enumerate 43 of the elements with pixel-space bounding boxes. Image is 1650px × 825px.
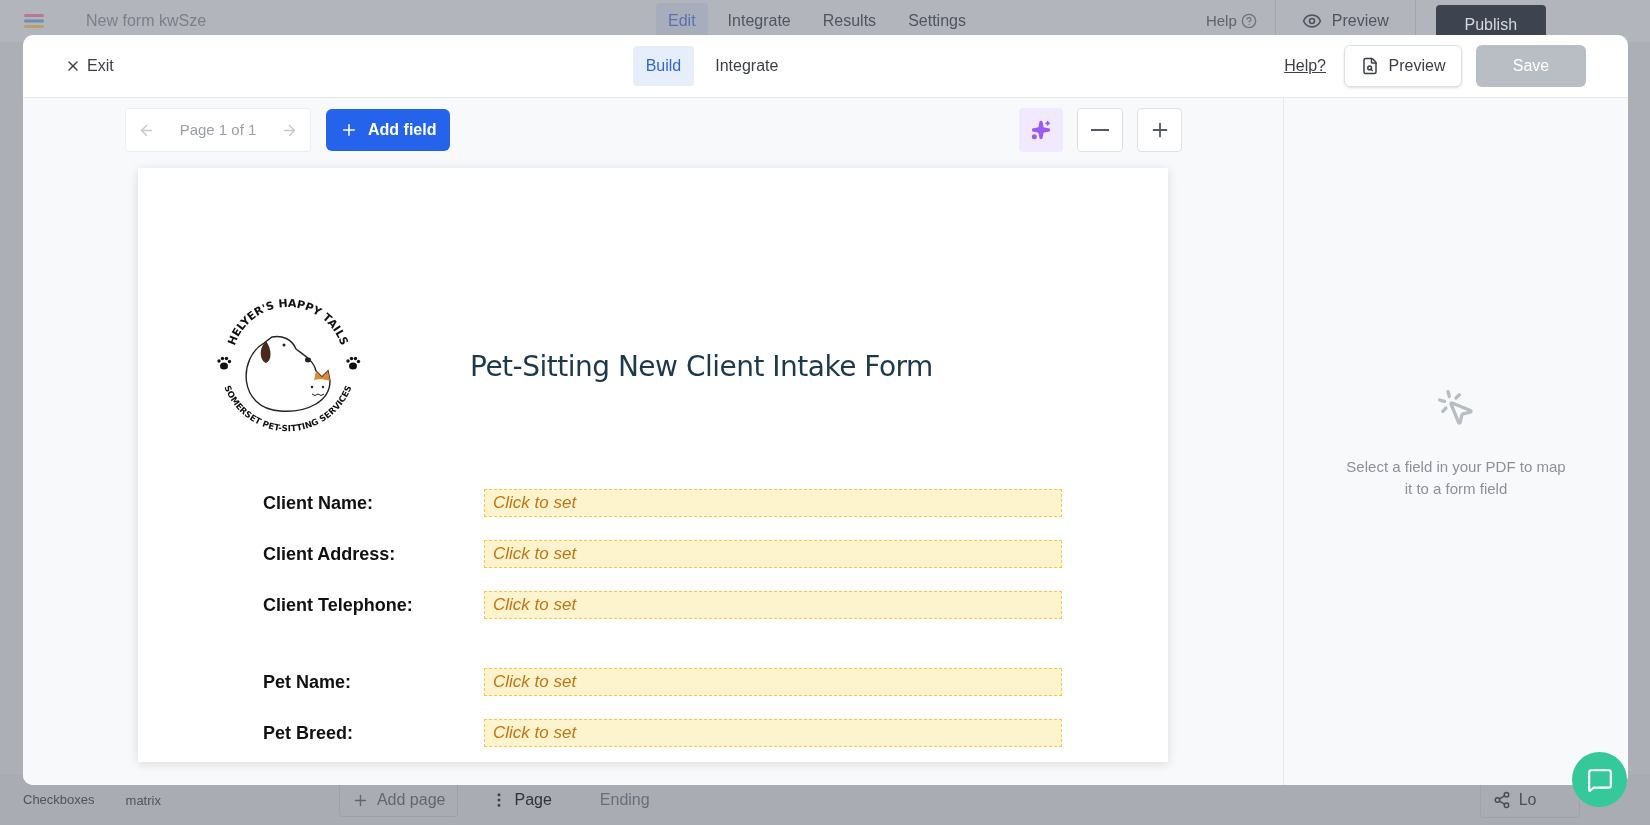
page-tab[interactable]: Page xyxy=(514,788,552,812)
document-search-icon xyxy=(1360,57,1379,75)
eye-icon xyxy=(1301,11,1322,31)
help-link[interactable]: Help? xyxy=(1284,54,1326,78)
page-tab[interactable]: Ending xyxy=(599,788,650,812)
field-type-label: Checkboxes xyxy=(23,791,95,810)
field-label: Client Address: xyxy=(263,542,397,566)
field-label: Pet Breed: xyxy=(263,721,355,745)
preview-button[interactable]: Preview xyxy=(1344,45,1462,87)
plus-icon xyxy=(340,121,358,139)
document-title: Pet-Sitting New Client Intake Form xyxy=(470,349,933,385)
mapping-field[interactable]: Click to set xyxy=(484,668,1062,696)
exit-button[interactable]: Exit xyxy=(65,54,114,78)
add-field-button[interactable]: Add field xyxy=(326,109,451,151)
zoom-in-button[interactable] xyxy=(1137,108,1182,152)
field-label: Client Telephone: xyxy=(263,593,414,617)
mapping-field[interactable]: Click to set xyxy=(484,591,1062,619)
zoom-out-button[interactable] xyxy=(1077,108,1123,152)
pointer-click-icon xyxy=(1436,388,1476,428)
help-icon xyxy=(1240,13,1257,29)
empty-state-hint: Select a field in your PDF to map it to a form field xyxy=(1346,457,1566,499)
mapping-field[interactable]: Click to set xyxy=(484,719,1062,747)
form-title: New form kwSze xyxy=(86,11,207,31)
sparkle-icon xyxy=(1031,120,1051,140)
ai-button[interactable] xyxy=(1019,108,1063,152)
mode-tab[interactable]: Integrate xyxy=(702,46,792,86)
mode-tab[interactable]: Build xyxy=(632,46,695,86)
mapping-field[interactable]: Click to set xyxy=(484,540,1062,568)
paw-icon xyxy=(217,356,232,370)
page-indicator: Page 1 of 1 xyxy=(179,119,257,140)
share-icon xyxy=(1492,791,1511,809)
help-link[interactable]: Help xyxy=(1205,9,1237,33)
mapping-field[interactable]: Click to set xyxy=(484,489,1062,517)
field-label: Client Name: xyxy=(263,491,375,515)
chat-icon xyxy=(1586,766,1613,793)
menu-icon[interactable] xyxy=(24,13,44,29)
minus-icon xyxy=(1091,129,1109,131)
nav-tab[interactable]: Settings xyxy=(896,3,978,39)
field-label: Pet Name: xyxy=(263,670,353,694)
nav-tab[interactable]: Integrate xyxy=(715,3,803,39)
nav-tab[interactable]: Results xyxy=(810,3,889,39)
field-type-label: matrix xyxy=(125,792,161,811)
paw-icon xyxy=(346,356,361,370)
